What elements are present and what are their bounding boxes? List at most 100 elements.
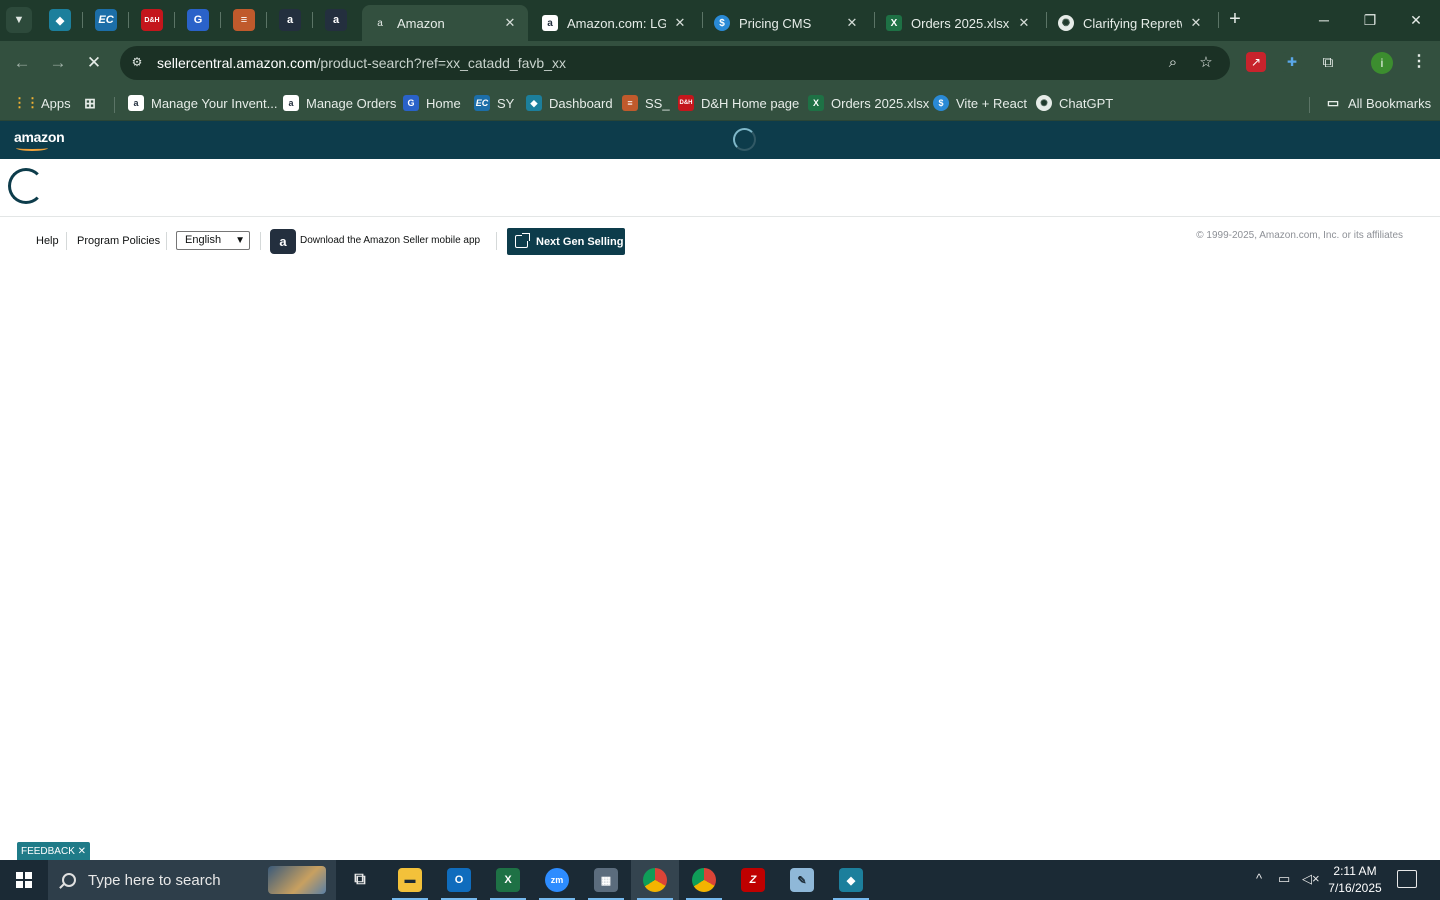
zoom-magnifier-icon[interactable]: ⌕ [1164, 54, 1182, 72]
extensions-puzzle-icon[interactable]: ⧉ [1318, 52, 1338, 72]
language-select[interactable]: English ▼ [176, 231, 250, 250]
address-url[interactable]: sellercentral.amazon.com/product-search?… [157, 55, 566, 71]
taskbar-filezilla[interactable]: Z [729, 860, 777, 900]
forward-arrow-icon[interactable]: → [46, 51, 70, 75]
browser-menu-icon[interactable]: ⋮ [1409, 52, 1429, 72]
bookmark-vite-react[interactable]: $ Vite + React [933, 92, 1027, 114]
tray-overflow-chevron-icon[interactable]: ^ [1256, 871, 1262, 886]
dollar-icon: $ [933, 95, 949, 111]
taskbar-chrome-active[interactable] [631, 860, 679, 900]
pinned-tab-amazon[interactable]: a [279, 9, 301, 31]
close-icon[interactable]: ✕ [844, 15, 860, 31]
taskbar-file-explorer[interactable]: ▬ [386, 860, 434, 900]
close-icon[interactable]: ✕ [672, 15, 688, 31]
taskbar-app-pen[interactable]: ✎ [778, 860, 826, 900]
bookmark-ss[interactable]: ≡ SS_ [622, 92, 670, 114]
bookmark-home[interactable]: G Home [403, 92, 461, 114]
chevron-down-icon: ▼ [13, 14, 25, 26]
taskbar-clock[interactable]: 2:11 AM 7/16/2025 [1322, 863, 1388, 897]
taskbar-dashboard-app[interactable]: ◆ [827, 860, 875, 900]
url-path: /product-search?ref=xx_catadd_favb_xx [316, 55, 566, 71]
network-icon[interactable]: ▭ [1278, 871, 1290, 887]
zoom-icon: zm [545, 868, 569, 892]
restore-icon[interactable]: ❐ [1358, 8, 1382, 32]
bookmark-chatgpt[interactable]: ✺ ChatGPT [1036, 92, 1113, 114]
chevron-down-icon: ▼ [235, 235, 245, 246]
folder-icon: ▭ [1326, 95, 1340, 110]
notification-center-icon[interactable] [1397, 870, 1417, 888]
stop-loading-icon[interactable]: ✕ [82, 51, 106, 75]
task-view-button[interactable]: ⧉ [336, 860, 384, 900]
amazon-logo[interactable]: amazon [14, 129, 65, 151]
dollar-icon: $ [714, 15, 730, 31]
download-seller-app-link[interactable]: Download the Amazon Seller mobile app [300, 235, 480, 246]
tab-amazon-active[interactable]: a Amazon ✕ [362, 5, 528, 41]
next-gen-selling-button[interactable]: Next Gen Selling [507, 228, 625, 255]
back-arrow-icon[interactable]: ← [10, 51, 34, 75]
extension-puzzle-blue-icon[interactable]: ✚ [1282, 52, 1302, 72]
tab-search-button[interactable]: ▼ [6, 7, 32, 33]
pinned-tab-ec[interactable]: EC [95, 9, 117, 31]
taskbar-calculator[interactable]: ▦ [582, 860, 630, 900]
tab-separator [128, 12, 129, 28]
bookmark-star-icon[interactable]: ☆ [1197, 54, 1215, 72]
footer-separator [66, 232, 67, 250]
site-settings-icon[interactable]: ⚙ [129, 55, 145, 71]
bookmark-label: SY [497, 95, 515, 111]
tab-title: Orders 2025.xlsx [911, 15, 1010, 31]
pinned-tab-dh[interactable]: D&H [141, 9, 163, 31]
tab-separator [874, 12, 875, 28]
bookmark-apps[interactable]: ⋮⋮ Apps [13, 92, 71, 114]
taskbar-zoom[interactable]: zm [533, 860, 581, 900]
tab-chatgpt[interactable]: ✺ Clarifying Repretwa ✕ [1048, 5, 1214, 41]
pinned-tab-dashboard[interactable]: ◆ [49, 9, 71, 31]
bookmark-dh-home[interactable]: D&H D&H Home page [678, 92, 799, 114]
diamond-icon: ◆ [55, 14, 65, 27]
footer-separator [166, 232, 167, 250]
bookmark-tab-groups[interactable]: ⊞ [82, 92, 105, 114]
excel-icon: X [808, 95, 824, 111]
minimize-icon[interactable]: ─ [1312, 8, 1336, 32]
pinned-tab-g[interactable]: G [187, 9, 209, 31]
tab-amazon-lg[interactable]: a Amazon.com: LG 24 ✕ [532, 5, 698, 41]
bookmark-sy[interactable]: EC SY [474, 92, 514, 114]
tab-orders-xlsx[interactable]: X Orders 2025.xlsx ✕ [876, 5, 1042, 41]
bookmark-manage-orders[interactable]: a Manage Orders [283, 92, 396, 114]
chatgpt-icon: ✺ [1058, 15, 1074, 31]
new-tab-plus-icon[interactable]: + [1224, 9, 1246, 31]
taskbar-chrome[interactable] [680, 860, 728, 900]
volume-muted-icon[interactable]: ◁× [1302, 871, 1320, 887]
taskbar-outlook[interactable]: O [435, 860, 483, 900]
close-icon[interactable]: ✕ [502, 15, 518, 31]
close-icon[interactable]: ✕ [1188, 15, 1204, 31]
taskbar-excel[interactable]: X [484, 860, 532, 900]
help-link[interactable]: Help [36, 235, 59, 247]
seller-app-icon[interactable]: a [270, 229, 296, 254]
extension-arrow-icon[interactable]: ↗ [1246, 52, 1266, 72]
tab-pricing-cms[interactable]: $ Pricing CMS ✕ [704, 5, 870, 41]
clock-time: 2:11 AM [1333, 864, 1377, 878]
tab-separator [702, 12, 703, 28]
taskbar-search-box[interactable]: Type here to search [48, 860, 336, 900]
tab-groups-icon: ⊞ [84, 94, 96, 111]
bookmark-orders-xlsx[interactable]: X Orders 2025.xlsx [808, 92, 929, 114]
tab-separator [1218, 12, 1219, 28]
close-icon[interactable]: ✕ [1016, 15, 1032, 31]
program-policies-link[interactable]: Program Policies [77, 235, 160, 247]
bookmark-label: D&H Home page [701, 95, 800, 111]
taskbar-search-placeholder: Type here to search [88, 871, 221, 889]
bookmark-all-bookmarks[interactable]: ▭ All Bookmarks [1325, 92, 1431, 114]
task-view-icon: ⧉ [354, 871, 366, 888]
window-close-icon[interactable]: ✕ [1404, 8, 1428, 32]
address-bar[interactable]: ⚙ sellercentral.amazon.com/product-searc… [120, 46, 1230, 80]
url-host: sellercentral.amazon.com [157, 55, 317, 71]
feedback-button[interactable]: FEEDBACK ✕ [17, 842, 90, 860]
bookmark-manage-inventory[interactable]: a Manage Your Invent... [128, 92, 277, 114]
start-button[interactable] [0, 860, 48, 900]
bookmark-dashboard[interactable]: ◆ Dashboard [526, 92, 613, 114]
profile-avatar-icon[interactable]: i [1371, 52, 1393, 74]
amazon-smile-icon [16, 145, 48, 151]
stack-icon: ≡ [240, 14, 248, 26]
pinned-tab-amazon-2[interactable]: a [325, 9, 347, 31]
pinned-tab-stack[interactable]: ≡ [233, 9, 255, 31]
